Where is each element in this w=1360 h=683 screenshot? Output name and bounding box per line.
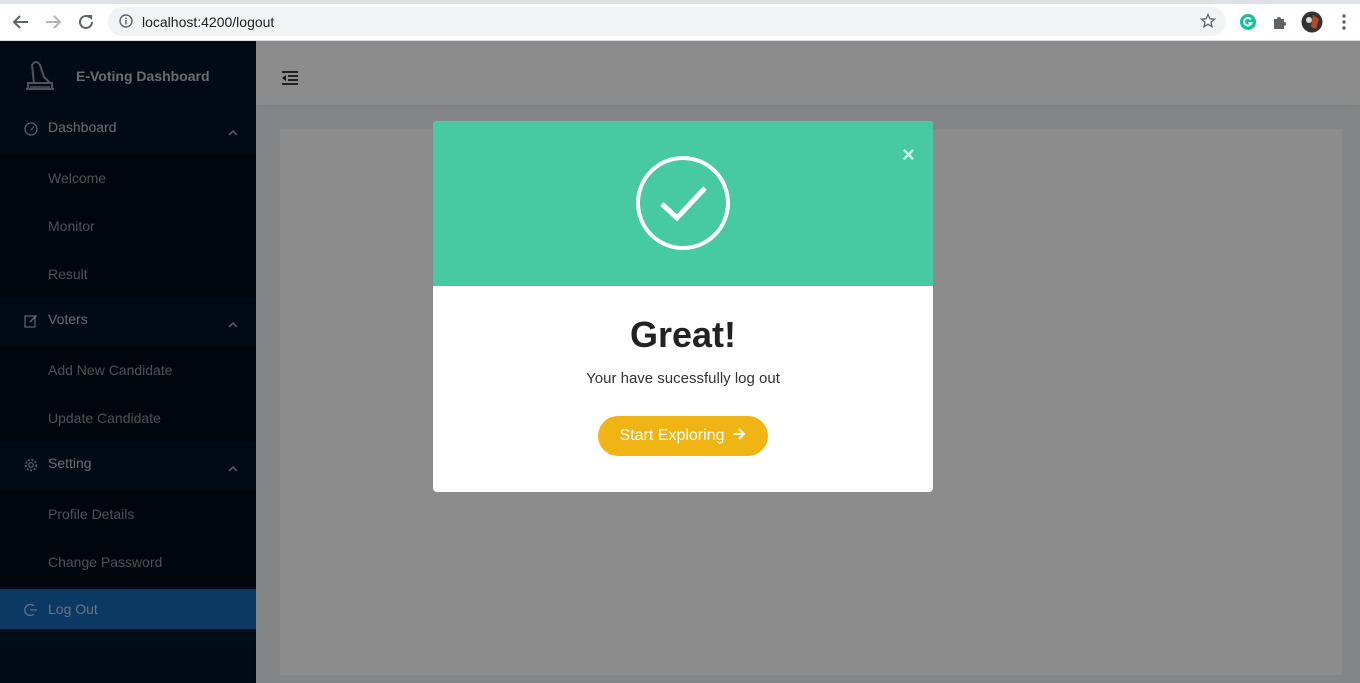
arrow-right-icon [732, 427, 746, 446]
reload-button[interactable] [75, 11, 97, 33]
bookmark-star-icon[interactable] [1199, 12, 1217, 34]
checkmark-circle-icon [635, 155, 731, 256]
browser-menu-icon[interactable] [1333, 11, 1355, 33]
site-info-icon[interactable] [119, 14, 133, 33]
address-url[interactable]: localhost:4200/logout [142, 14, 274, 30]
back-arrow-icon [12, 15, 28, 29]
close-icon[interactable]: × [902, 142, 915, 168]
start-exploring-button[interactable]: Start Exploring [598, 416, 768, 456]
reload-icon [79, 14, 93, 29]
logout-success-modal: × Great! Your have sucessfully log out S… [433, 121, 933, 492]
browser-toolbar: localhost:4200/logout [0, 0, 1360, 41]
modal-title: Great! [629, 314, 737, 355]
address-bar[interactable]: localhost:4200/logout [108, 7, 1226, 36]
tab-strip [0, 0, 1360, 4]
button-label: Start Exploring [619, 427, 725, 444]
grammarly-extension-icon[interactable] [1237, 11, 1259, 33]
forward-arrow-icon [46, 15, 62, 29]
extensions-puzzle-icon[interactable] [1269, 11, 1291, 33]
modal-message: Your have sucessfully log out [586, 370, 780, 387]
modal-header: × [433, 121, 933, 286]
profile-avatar-icon[interactable] [1301, 11, 1323, 33]
forward-button[interactable] [42, 11, 64, 33]
back-button[interactable] [10, 11, 32, 33]
